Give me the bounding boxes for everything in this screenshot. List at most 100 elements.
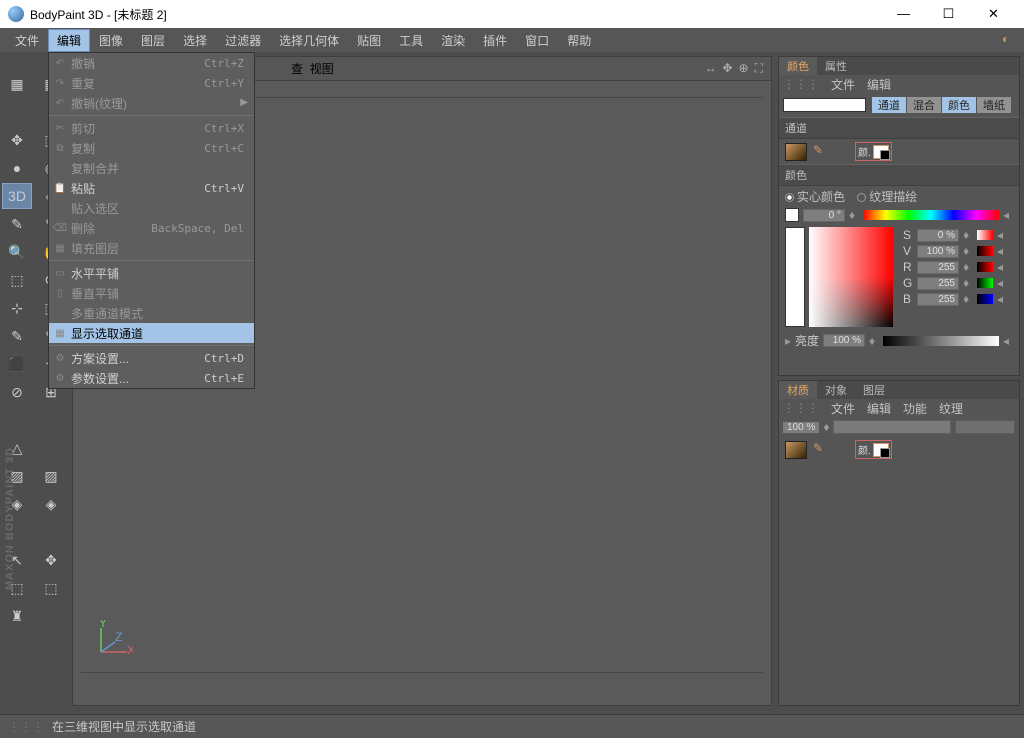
menu-图像[interactable]: 图像 [90, 29, 132, 52]
material-opacity-slider[interactable] [833, 420, 951, 434]
menu-过滤器[interactable]: 过滤器 [216, 29, 270, 52]
tool-38[interactable]: ♜ [2, 603, 32, 629]
slider-val-V[interactable]: 100 % [917, 245, 959, 258]
btab-混合[interactable]: 混合 [907, 97, 941, 113]
tool-12[interactable]: 🔍 [2, 239, 32, 265]
current-color-swatch[interactable] [783, 98, 866, 112]
opacity-spinner[interactable]: ♦ [823, 420, 829, 434]
foreground-color[interactable] [785, 227, 805, 327]
close-button[interactable]: ✕ [971, 3, 1016, 25]
tool-31[interactable]: ◈ [36, 491, 66, 517]
menu-插件[interactable]: 插件 [474, 29, 516, 52]
menuitem-显示选取通道[interactable]: ▦显示选取通道 [49, 323, 254, 343]
brightness-value[interactable]: 100 % [823, 334, 865, 347]
tool-16[interactable]: ⊹ [2, 295, 32, 321]
hue-spinner[interactable]: ♦ [849, 208, 859, 222]
maximize-button[interactable]: ☐ [926, 3, 971, 25]
tool-22[interactable]: ⊘ [2, 379, 32, 405]
material-color-chip[interactable]: 颜. [855, 440, 892, 459]
layer-toggle-icon[interactable] [785, 143, 807, 161]
slider-val-R[interactable]: 255 [917, 261, 959, 274]
material-tab-图层[interactable]: 图层 [855, 381, 893, 399]
tool-10[interactable]: ✎ [2, 211, 32, 237]
material-tab-材质[interactable]: 材质 [779, 381, 817, 399]
edit-menu-dropdown: ↶撤销Ctrl+Z↷重复Ctrl+Y↶撤销(纹理)▶✂剪切Ctrl+X⧉复制Ct… [48, 52, 255, 389]
slider-val-B[interactable]: 255 [917, 293, 959, 306]
tool-20[interactable]: ⬛ [2, 351, 32, 377]
slider-G[interactable] [977, 278, 993, 288]
menuitem-参数设置...[interactable]: ⚙参数设置...Ctrl+E [49, 368, 254, 388]
menu-编辑[interactable]: 编辑 [48, 29, 90, 52]
tool-6[interactable]: ● [2, 155, 32, 181]
slider-S[interactable] [977, 230, 993, 240]
material-menu-编辑[interactable]: 编辑 [867, 400, 891, 417]
btab-颜色[interactable]: 颜色 [942, 97, 976, 113]
btab-通道[interactable]: 通道 [872, 97, 906, 113]
menuitem-贴入选区: 贴入选区 [49, 198, 254, 218]
slider-B[interactable] [977, 294, 993, 304]
color-tab-颜色[interactable]: 颜色 [779, 57, 817, 75]
slider-val-G[interactable]: 255 [917, 277, 959, 290]
brightness-spinner[interactable]: ♦ [869, 334, 879, 348]
svg-text:X: X [127, 643, 133, 657]
tool-29[interactable]: ▨ [36, 463, 66, 489]
menu-工具[interactable]: 工具 [390, 29, 432, 52]
tool-18[interactable]: ✎ [2, 323, 32, 349]
viewport-icon[interactable]: ⊕ [739, 61, 749, 76]
menuitem-粘贴[interactable]: 📋粘贴Ctrl+V [49, 178, 254, 198]
brightness-expand-icon[interactable]: ▸ [785, 334, 791, 348]
solid-color-radio[interactable] [785, 193, 794, 202]
tool-37[interactable]: ⬚ [36, 575, 66, 601]
viewport-icon[interactable]: ↔ [704, 61, 716, 76]
menuitem-垂直平铺: ▯垂直平铺 [49, 283, 254, 303]
brush-icon[interactable]: ✎ [813, 143, 835, 161]
viewport-icon[interactable]: ✥ [722, 61, 732, 76]
tool-4[interactable]: ✥ [2, 127, 32, 153]
minimize-button[interactable]: — [881, 3, 926, 25]
btab-墙纸[interactable]: 墙纸 [977, 97, 1011, 113]
material-opacity-value[interactable]: 100 % [783, 422, 819, 433]
material-tab-对象[interactable]: 对象 [817, 381, 855, 399]
color-menu-文件[interactable]: 文件 [831, 76, 855, 93]
menu-窗口[interactable]: 窗口 [516, 29, 558, 52]
material-blend-dropdown[interactable] [955, 420, 1015, 434]
viewport-icon[interactable]: ⛶ [755, 61, 763, 76]
tool-8[interactable]: 3D [2, 183, 32, 209]
slider-val-S[interactable]: 0 % [917, 229, 959, 242]
material-menu-文件[interactable]: 文件 [831, 400, 855, 417]
channel-chip[interactable]: 颜. [855, 142, 892, 161]
color-menu-编辑[interactable]: 编辑 [867, 76, 891, 93]
hue-value[interactable]: 0 ° [803, 209, 845, 222]
menu-帮助[interactable]: 帮助 [558, 29, 600, 52]
menu-贴图[interactable]: 贴图 [348, 29, 390, 52]
tool-39[interactable] [36, 603, 66, 629]
color-panel: 颜色属性 ⋮⋮⋮文件编辑 通道混合颜色墙纸 通道 ✎ 颜. 颜色 实心颜色 [778, 56, 1020, 376]
slider-V[interactable] [977, 246, 993, 256]
menu-渲染[interactable]: 渲染 [432, 29, 474, 52]
sv-picker[interactable] [809, 227, 893, 327]
tool-24[interactable] [2, 407, 32, 433]
menu-选择几何体[interactable]: 选择几何体 [270, 29, 348, 52]
material-menu-纹理[interactable]: 纹理 [939, 400, 963, 417]
material-brush-icon[interactable]: ✎ [813, 441, 835, 459]
menu-选择[interactable]: 选择 [174, 29, 216, 52]
slider-R[interactable] [977, 262, 993, 272]
menuitem-水平平铺[interactable]: ▭水平平铺 [49, 263, 254, 283]
menu-文件[interactable]: 文件 [6, 29, 48, 52]
material-layer-icon[interactable] [785, 441, 807, 459]
color-tab-属性[interactable]: 属性 [817, 57, 855, 75]
tool-27[interactable] [36, 435, 66, 461]
menuitem-复制合并: 复制合并 [49, 158, 254, 178]
tool-33[interactable] [36, 519, 66, 545]
tool-35[interactable]: ✥ [36, 547, 66, 573]
menuitem-方案设置...[interactable]: ⚙方案设置...Ctrl+D [49, 348, 254, 368]
tool-14[interactable]: ⬚ [2, 267, 32, 293]
material-menu-功能[interactable]: 功能 [903, 400, 927, 417]
texture-paint-radio[interactable] [857, 193, 866, 202]
menu-图层[interactable]: 图层 [132, 29, 174, 52]
tool-2[interactable] [2, 99, 32, 125]
tool-25[interactable] [36, 407, 66, 433]
tool-0[interactable]: ▦ [2, 71, 32, 97]
hue-slider[interactable] [863, 210, 999, 220]
brightness-slider[interactable] [883, 336, 999, 346]
